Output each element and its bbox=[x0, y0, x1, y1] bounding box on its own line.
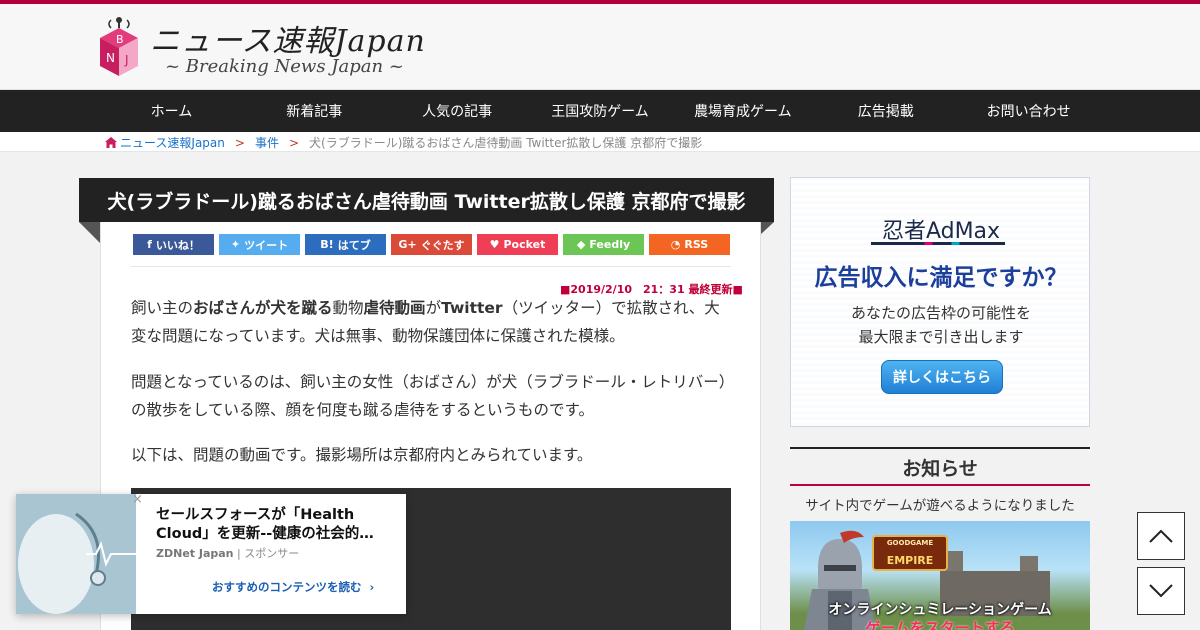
article-paragraph-2: 問題となっているのは、飼い主の女性（おばさん）が犬（ラブラドール・レトリバー）の… bbox=[131, 373, 727, 419]
svg-text:N: N bbox=[106, 51, 115, 65]
share-button-google-plus[interactable]: G+ ぐぐたす bbox=[391, 234, 472, 255]
share-button-pocket[interactable]: ♥ Pocket bbox=[477, 234, 558, 255]
text: が bbox=[425, 299, 442, 317]
sponsor-label: スポンサー bbox=[244, 547, 300, 560]
scroll-to-top-button[interactable] bbox=[1137, 512, 1185, 560]
text: 飼い主の bbox=[131, 299, 194, 317]
chevron-up-icon bbox=[1149, 529, 1173, 543]
nav-item-new[interactable]: 新着記事 bbox=[243, 90, 386, 132]
share-label: ツイート bbox=[244, 238, 289, 252]
article-title: 犬(ラブラドール)蹴るおばさん虐待動画 Twitter拡散し保護 京都府で撮影 bbox=[79, 178, 774, 222]
site-title[interactable]: ニュース速報Japan bbox=[150, 16, 426, 60]
recommend-source: ZDNet Japan | スポンサー bbox=[156, 545, 299, 561]
feedly-icon: ◆ bbox=[576, 238, 586, 251]
ad-details-button[interactable]: 詳しくはこちら bbox=[881, 360, 1003, 394]
share-label: Pocket bbox=[503, 238, 546, 251]
game-banner-start[interactable]: ゲームをスタートする bbox=[790, 617, 1090, 630]
facebook-icon: f bbox=[147, 238, 152, 251]
source-name: ZDNet Japan bbox=[156, 547, 234, 560]
hatena-icon: B! bbox=[320, 238, 334, 251]
share-button-hatena[interactable]: B! はてブ bbox=[305, 234, 386, 255]
empire-logo-text: EMPIRE bbox=[886, 554, 934, 567]
source-separator: | bbox=[237, 547, 241, 560]
svg-text:B: B bbox=[116, 33, 124, 46]
nav-item-home[interactable]: ホーム bbox=[100, 90, 243, 132]
nav-item-popular[interactable]: 人気の記事 bbox=[386, 90, 529, 132]
notice-heading: お知らせ bbox=[902, 458, 978, 480]
scroll-to-bottom-button[interactable] bbox=[1137, 567, 1185, 615]
article-paragraph-1: 飼い主のおばさんが犬を蹴る動物虐待動画がTwitter（ツイッター）で拡散され、… bbox=[131, 294, 731, 350]
recommend-read-link[interactable]: おすすめのコンテンツを読む › bbox=[212, 579, 374, 595]
breadcrumb-home-link[interactable]: ニュース速報Japan bbox=[120, 134, 225, 151]
pocket-icon: ♥ bbox=[489, 238, 500, 251]
share-button-twitter[interactable]: ✦ ツイート bbox=[219, 234, 300, 255]
breadcrumb-separator: > bbox=[234, 135, 245, 150]
game-banner[interactable]: GOODGAME EMPIRE オンラインシュミレーションゲーム ゲームをスター… bbox=[790, 521, 1090, 630]
medical-image-icon bbox=[16, 494, 136, 614]
text-strong: Twitter bbox=[441, 299, 503, 317]
ad-logo: 忍者AdMax bbox=[881, 219, 1001, 244]
breadcrumb-category-link[interactable]: 事件 bbox=[255, 134, 279, 151]
svg-text:J: J bbox=[124, 53, 129, 67]
logo-cube-icon[interactable]: B N J bbox=[98, 16, 140, 78]
main-nav: ホーム 新着記事 人気の記事 王国攻防ゲーム 農場育成ゲーム 広告掲載 お問い合… bbox=[0, 90, 1200, 132]
ad-text-line-2: 最大限まで引き出します bbox=[858, 328, 1024, 346]
sidebar-ad[interactable]: 忍者AdMax 広告収入に満足ですか？ あなたの広告枠の可能性を 最大限まで引き… bbox=[790, 177, 1090, 427]
share-label: はてブ bbox=[337, 238, 371, 252]
title-ribbon-fold-left bbox=[79, 222, 100, 243]
site-subtitle: ~ Breaking News Japan ~ bbox=[165, 56, 404, 77]
divider bbox=[131, 266, 731, 267]
home-icon[interactable] bbox=[105, 137, 117, 148]
recommend-thumbnail[interactable] bbox=[16, 494, 136, 614]
share-buttons: f いいね！ ✦ ツイート B! はてブ G+ ぐぐたす ♥ Pocket ◆ Feedly ◔ RSS bbox=[133, 234, 730, 255]
text-strong: 虐待動画 bbox=[363, 299, 426, 317]
nav-item-contact[interactable]: お問い合わせ bbox=[957, 90, 1100, 132]
rss-icon: ◔ bbox=[670, 238, 681, 251]
empire-logo: GOODGAME EMPIRE bbox=[872, 535, 948, 571]
google-plus-icon: G+ bbox=[398, 238, 417, 251]
title-ribbon-fold-right bbox=[761, 222, 774, 234]
close-icon[interactable]: × bbox=[132, 492, 143, 507]
share-button-facebook[interactable]: f いいね！ bbox=[133, 234, 214, 255]
site-header: B N J ニュース速報Japan ~ Breaking News Japan … bbox=[0, 4, 1200, 90]
nav-item-farm-game[interactable]: 農場育成ゲーム bbox=[671, 90, 814, 132]
share-label: Feedly bbox=[589, 238, 631, 251]
breadcrumb: ニュース速報Japan > 事件 > 犬(ラブラドール)蹴るおばさん虐待動画 T… bbox=[0, 132, 1200, 152]
notice-top-border bbox=[790, 447, 1090, 449]
share-label: ぐぐたす bbox=[420, 238, 465, 252]
twitter-icon: ✦ bbox=[230, 238, 241, 251]
recommend-title[interactable]: セールスフォースが「Health Cloud」を更新--健康の社会的… bbox=[156, 506, 391, 544]
notice-text: サイト内でゲームが遊べるようになりました bbox=[805, 498, 1075, 514]
empire-logo-top: GOODGAME bbox=[886, 539, 934, 547]
game-banner-caption: オンラインシュミレーションゲーム bbox=[828, 602, 1052, 618]
nav-item-advertise[interactable]: 広告掲載 bbox=[814, 90, 957, 132]
chevron-down-icon bbox=[1149, 584, 1173, 598]
ad-logo-underline bbox=[871, 242, 1005, 245]
ad-headline: 広告収入に満足ですか？ bbox=[814, 265, 1068, 291]
share-button-feedly[interactable]: ◆ Feedly bbox=[563, 234, 644, 255]
chevron-right-icon: › bbox=[369, 580, 375, 594]
text: 動物 bbox=[332, 299, 364, 317]
notice-underline bbox=[790, 484, 1090, 486]
share-label: いいね！ bbox=[155, 238, 200, 252]
share-label: RSS bbox=[684, 238, 709, 251]
ad-text-line-1: あなたの広告枠の可能性を bbox=[850, 304, 1031, 322]
recommend-widget[interactable]: × セールスフォースが「Health Cloud」を更新--健康の社会的… ZD… bbox=[16, 492, 406, 614]
breadcrumb-separator: > bbox=[288, 135, 300, 150]
article-paragraph-3: 以下は、問題の動画です。撮影場所は京都府内とみられています。 bbox=[131, 446, 593, 464]
share-button-rss[interactable]: ◔ RSS bbox=[649, 234, 730, 255]
recommend-read-label: おすすめのコンテンツを読む bbox=[212, 580, 362, 594]
text-strong: おばさんが犬を蹴る bbox=[193, 299, 333, 317]
nav-item-kingdom-game[interactable]: 王国攻防ゲーム bbox=[529, 90, 672, 132]
breadcrumb-current: 犬(ラブラドール)蹴るおばさん虐待動画 Twitter拡散し保護 京都府で撮影 bbox=[309, 136, 703, 150]
